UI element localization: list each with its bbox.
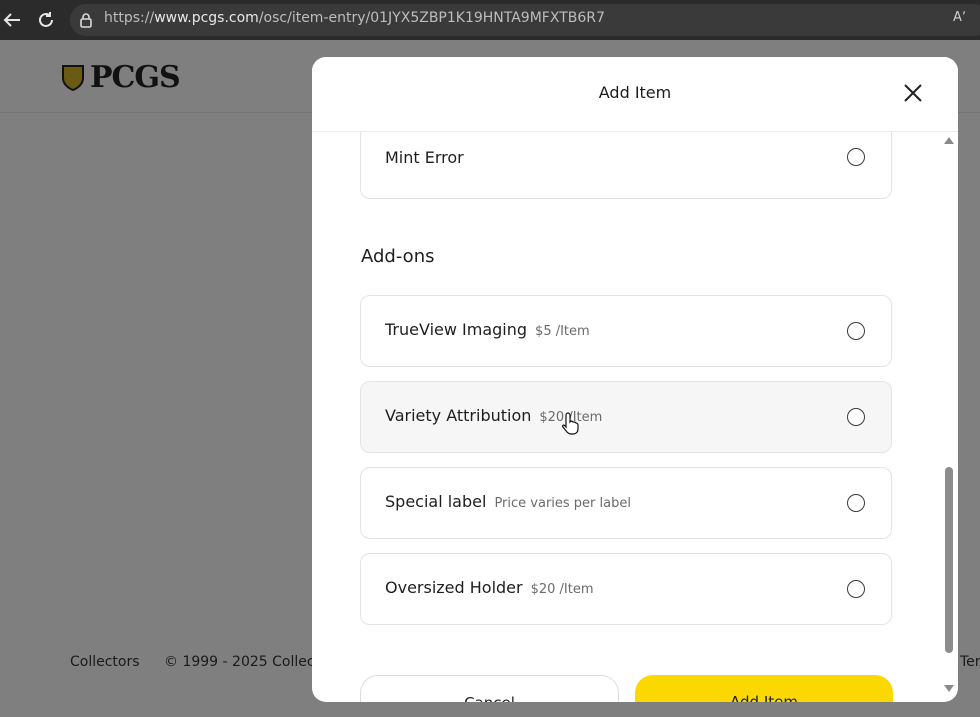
address-bar[interactable]: https://www.pcgs.com/osc/item-entry/01JY… [70, 4, 980, 36]
radio-icon[interactable] [847, 148, 865, 166]
addon-trueview-option[interactable]: TrueView Imaging $5 /Item [360, 295, 892, 367]
scrollbar[interactable] [944, 137, 954, 697]
addon-variety-option[interactable]: Variety Attribution $20 /Item [360, 381, 892, 453]
radio-icon[interactable] [847, 494, 865, 512]
footer-copyright: © 1999 - 2025 Collect [164, 654, 321, 670]
option-price: $20 /Item [530, 582, 594, 597]
scrollbar-thumb[interactable] [945, 467, 953, 653]
logo-text: PCGS [90, 60, 181, 95]
option-price: Price varies per label [494, 496, 631, 511]
option-price: $5 /Item [535, 324, 590, 339]
option-label: TrueView Imaging $5 /Item [385, 320, 590, 339]
modal-header: Add Item [312, 57, 958, 132]
footer-collectors-link[interactable]: Collectors [70, 654, 140, 670]
shield-icon [62, 64, 84, 91]
mint-error-option[interactable]: Mint Error [360, 125, 892, 199]
browser-toolbar: https://www.pcgs.com/osc/item-entry/01JY… [0, 0, 980, 40]
addon-special-label-option[interactable]: Special label Price varies per label [360, 467, 892, 539]
cancel-button[interactable]: Cancel [360, 675, 619, 702]
add-item-modal: Add Item Mint Error Add-ons TrueView Ima… [312, 57, 958, 702]
option-label: Oversized Holder $20 /Item [385, 578, 594, 597]
pcgs-logo[interactable]: PCGS [62, 60, 181, 95]
scroll-down-icon[interactable] [944, 685, 954, 692]
radio-icon[interactable] [847, 322, 865, 340]
read-aloud-icon[interactable]: Aʼ [953, 10, 966, 25]
footer-terms-link[interactable]: Ter [960, 654, 980, 670]
addon-oversized-holder-option[interactable]: Oversized Holder $20 /Item [360, 553, 892, 625]
back-arrow-icon[interactable] [0, 8, 24, 32]
hand-cursor-icon [561, 411, 580, 435]
lock-icon [79, 12, 93, 28]
modal-title: Add Item [598, 83, 672, 102]
addons-heading: Add-ons [361, 246, 435, 267]
url-text: https://www.pcgs.com/osc/item-entry/01JY… [104, 10, 605, 26]
close-icon[interactable] [899, 79, 927, 107]
modal-content: Mint Error Add-ons TrueView Imaging $5 /I… [312, 125, 958, 702]
add-item-button[interactable]: Add Item [635, 675, 893, 702]
option-label: Mint Error [385, 148, 464, 167]
radio-icon[interactable] [847, 408, 865, 426]
radio-icon[interactable] [847, 580, 865, 598]
scroll-up-icon[interactable] [944, 137, 954, 144]
option-label: Special label Price varies per label [385, 492, 631, 511]
refresh-icon[interactable] [34, 8, 58, 32]
